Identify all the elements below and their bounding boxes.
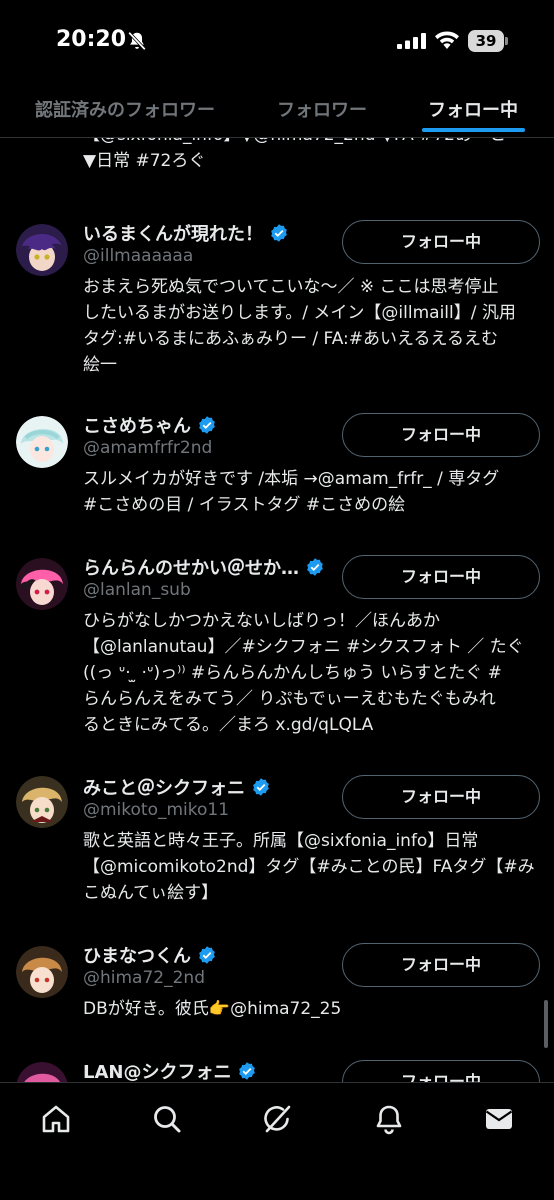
notifications-icon[interactable] [373, 1103, 405, 1135]
user-name-row: ひまなつくん [83, 942, 217, 968]
user-bio: ひらがなしかつかえないしばりっ！／ほんあか 【@lanlanutau】／#シクフ… [83, 611, 524, 735]
user-handle: @hima72_2nd [83, 968, 205, 988]
scrollbar[interactable] [544, 1000, 548, 1048]
tab-following[interactable]: フォロー中 [428, 96, 518, 122]
user-handle: @lanlan_sub [83, 580, 191, 600]
following-list[interactable]: 【@sixfonia_info】▼@hima72_2nd ▼FA #72あーと … [0, 138, 554, 1082]
user-display-name: いるまくんが現れた！ [83, 224, 263, 245]
bottom-navigation [0, 1082, 554, 1200]
user-name-row: みこと＠シクフォニ [83, 774, 271, 800]
user-bio: DBが好き。彼氏👉@hima72_25 [83, 999, 342, 1019]
verified-badge-icon [307, 558, 323, 576]
avatar[interactable] [16, 416, 68, 468]
tab-followers[interactable]: フォロワー [277, 96, 367, 122]
partial-user-bio: 【@sixfonia_info】▼@hima72_2nd ▼FA #72あーと … [83, 138, 506, 171]
user-display-name: こさめちゃん [83, 416, 191, 437]
following-button[interactable]: フォロー中 [342, 1060, 540, 1082]
user-display-name: ひまなつくん [83, 946, 191, 967]
user-name-row: LAN@シクフォニ [83, 1058, 257, 1082]
search-icon[interactable] [151, 1103, 183, 1135]
following-button[interactable]: フォロー中 [342, 775, 540, 819]
avatar[interactable] [16, 224, 68, 276]
following-button[interactable]: フォロー中 [342, 220, 540, 264]
user-handle: @illmaaaaaa [83, 246, 194, 266]
grok-icon[interactable] [261, 1103, 293, 1135]
avatar[interactable] [16, 776, 68, 828]
user-name-row: こさめちゃん [83, 412, 217, 438]
active-tab-indicator [422, 128, 525, 132]
avatar[interactable] [16, 1062, 68, 1082]
status-time: 20:20 [56, 27, 127, 52]
follow-tabs: 認証済みのフォロワー フォロワー フォロー中 [0, 84, 554, 138]
status-bar: 20:20 39 [0, 0, 554, 84]
verified-badge-icon [199, 946, 215, 964]
avatar[interactable] [16, 558, 68, 610]
battery-level: 39 [475, 32, 497, 50]
user-handle: @amamfrfr2nd [83, 438, 213, 458]
bell-off-icon [128, 31, 146, 51]
user-handle: @mikoto_miko11 [83, 800, 230, 820]
user-display-name: みこと＠シクフォニ [83, 778, 245, 799]
following-button[interactable]: フォロー中 [342, 943, 540, 987]
verified-badge-icon [239, 1062, 256, 1080]
user-bio: 歌と英語と時々王子。所属【@sixfonia_info】日常 【@micomik… [83, 831, 535, 903]
following-button[interactable]: フォロー中 [342, 413, 540, 457]
verified-badge-icon [271, 224, 287, 242]
messages-icon[interactable] [483, 1103, 515, 1135]
verified-badge-icon [199, 416, 215, 434]
tab-verified-followers[interactable]: 認証済みのフォロワー [35, 96, 215, 122]
user-bio: おまえら死ぬ気でついてこいな〜／ ※ ここは思考停止 したいるまがお送りします。… [83, 277, 516, 375]
user-name-row: らんらんのせかい＠せか… [83, 554, 325, 580]
user-display-name: LAN@シクフォニ [83, 1062, 232, 1082]
wifi-icon [435, 31, 459, 49]
home-icon[interactable] [40, 1103, 72, 1135]
user-name-row: いるまくんが現れた！ [83, 220, 289, 246]
battery-indicator: 39 [468, 30, 508, 52]
user-display-name: らんらんのせかい＠せか… [83, 558, 299, 579]
verified-badge-icon [253, 778, 269, 796]
user-bio: スルメイカが好きです /本垢 →@amam_frfr_ / 専タグ #こさめの目… [83, 469, 500, 515]
avatar[interactable] [16, 946, 68, 998]
following-button[interactable]: フォロー中 [342, 555, 540, 599]
signal-icon [397, 33, 426, 49]
